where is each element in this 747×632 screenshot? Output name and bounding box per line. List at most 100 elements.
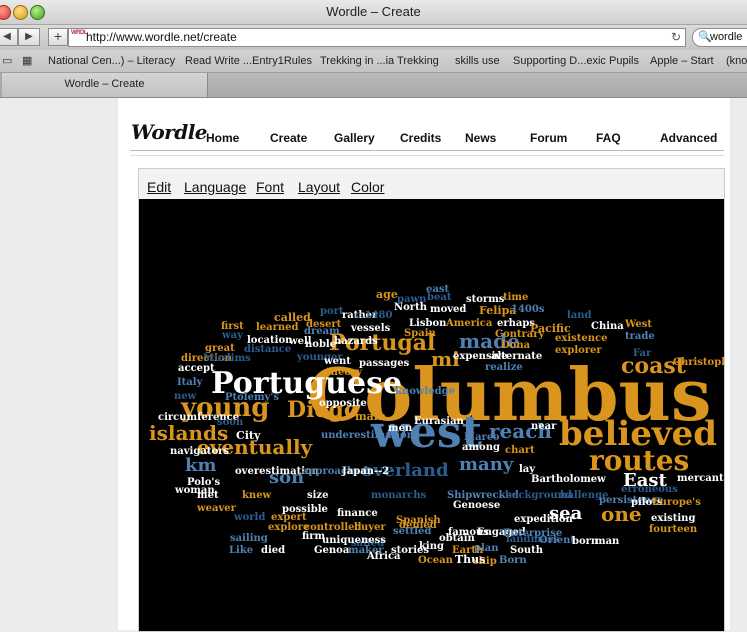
cloud-word: king — [419, 541, 444, 552]
cloud-word: America — [446, 318, 493, 329]
nav-forum[interactable]: Forum — [530, 131, 567, 145]
cloud-word: age — [376, 288, 398, 301]
cloud-word: theory — [326, 367, 363, 378]
top-sites-grid-icon[interactable]: ▦ — [22, 54, 32, 67]
bookmark-item[interactable]: Apple – Start — [650, 55, 714, 67]
cloud-word: existing — [651, 513, 696, 524]
cloud-word: Like — [229, 545, 254, 556]
search-field[interactable]: 🔍 wordle — [692, 28, 747, 47]
header-divider-shadow — [130, 155, 724, 156]
bookmark-item[interactable]: (kno — [726, 55, 747, 67]
cloud-word: near — [531, 421, 557, 432]
cloud-word: new — [174, 391, 197, 402]
cloud-word: Christopher — [673, 357, 724, 368]
menu-layout[interactable]: Layout — [298, 179, 340, 195]
cloud-word: among — [462, 442, 500, 453]
cloud-word: port — [320, 306, 344, 317]
browser-toolbar: ◀ ▶ + WRDL http://www.wordle.net/create … — [0, 25, 747, 50]
menu-color[interactable]: Color — [351, 179, 384, 195]
bookmarks-bar: ▭ ▦ National Cen...) – Literacy Read Wri… — [0, 50, 747, 73]
cloud-word: size — [307, 490, 329, 501]
cloud-word: Born — [499, 555, 527, 566]
back-button[interactable]: ◀ — [0, 28, 18, 46]
menu-edit[interactable]: Edit — [147, 179, 171, 195]
wordle-favicon-icon: WRDL — [71, 30, 88, 36]
nav-advanced[interactable]: Advanced — [660, 131, 717, 145]
cloud-word: Orient — [539, 535, 576, 546]
cloud-word: weaver — [197, 503, 236, 514]
plus-icon: + — [53, 28, 63, 44]
cloud-word: underestimation — [321, 430, 414, 441]
cloud-word: fourteen — [649, 524, 698, 535]
cloud-word: accept — [178, 363, 215, 374]
cloud-word: mercantile — [677, 473, 724, 484]
cloud-word: moved — [430, 304, 467, 315]
cloud-word: denied — [399, 520, 437, 531]
cloud-word: went — [324, 356, 351, 367]
cloud-word: time — [503, 292, 529, 303]
cloud-word: many — [459, 454, 514, 475]
cloud-word: vessels — [351, 323, 391, 334]
tab-bar-empty — [208, 73, 747, 97]
cloud-word: finance — [337, 508, 378, 519]
nav-create[interactable]: Create — [270, 131, 307, 145]
word-cloud-canvas[interactable]: Columbus west Portuguese believed young route… — [139, 199, 724, 631]
bookmark-item[interactable]: skills use — [455, 55, 500, 67]
forward-arrow-icon: ▶ — [25, 31, 33, 42]
cloud-word: km — [185, 455, 217, 476]
cloud-word: North — [394, 302, 427, 313]
bookmark-item[interactable]: Trekking in ...ia Trekking — [320, 55, 439, 67]
cloud-word: Ptolemy's — [225, 392, 280, 403]
cloud-word: met — [197, 490, 219, 501]
wordle-logo[interactable]: Wordle — [131, 120, 208, 144]
cloud-word: Ocean — [418, 555, 453, 566]
nav-home[interactable]: Home — [206, 131, 239, 145]
cloud-word: explorer — [555, 345, 602, 356]
cloud-word: main — [355, 410, 386, 423]
cloud-word: Spain — [404, 328, 436, 339]
nav-news[interactable]: News — [465, 131, 496, 145]
back-arrow-icon: ◀ — [3, 31, 11, 42]
nav-faq[interactable]: FAQ — [596, 131, 621, 145]
cloud-word: existence — [555, 333, 608, 344]
cloud-word: learned — [256, 322, 299, 333]
cloud-word: expedition — [514, 514, 573, 525]
cloud-word: opposite — [319, 398, 367, 409]
nav-gallery[interactable]: Gallery — [334, 131, 375, 145]
address-bar[interactable]: WRDL http://www.wordle.net/create ↻ — [68, 28, 686, 47]
forward-button[interactable]: ▶ — [18, 28, 40, 46]
search-input[interactable]: wordle — [710, 31, 742, 43]
cloud-word: knew — [242, 490, 272, 501]
wordle-editor: Edit Language Font Layout Color Columbus… — [138, 168, 725, 632]
menu-language[interactable]: Language — [184, 179, 246, 195]
cloud-word: noble — [305, 339, 337, 350]
address-input[interactable]: http://www.wordle.net/create — [86, 30, 237, 44]
reload-icon[interactable]: ↻ — [671, 30, 681, 44]
cloud-word: Dona — [501, 340, 531, 351]
add-bookmark-button[interactable]: + — [48, 28, 68, 46]
cloud-word: West — [625, 319, 653, 330]
cloud-word: Far — [633, 348, 652, 359]
cloud-word: world — [234, 512, 266, 523]
cloud-word: realize — [485, 362, 523, 373]
cloud-word: c.1480 — [355, 310, 393, 321]
bookmark-item[interactable]: Read Write ...Entry1Rules — [185, 55, 312, 67]
cloud-word: man — [595, 536, 620, 547]
cloud-word: Genoese — [453, 500, 501, 511]
bookmark-item[interactable]: Supporting D...exic Pupils — [513, 55, 639, 67]
tab-label: Wordle – Create — [64, 78, 145, 90]
cloud-word: hazards — [334, 336, 378, 347]
cloud-word: distance — [244, 344, 292, 355]
window-titlebar: Wordle – Create — [0, 0, 747, 25]
cloud-word: sailing — [230, 533, 268, 544]
tab-wordle-create[interactable]: Wordle – Create — [2, 73, 208, 97]
bookmarks-book-icon[interactable]: ▭ — [2, 54, 12, 67]
window-title: Wordle – Create — [326, 4, 421, 19]
cloud-word: land — [567, 310, 592, 321]
cloud-word: Italy — [177, 377, 203, 388]
menu-font[interactable]: Font — [256, 179, 284, 195]
nav-credits[interactable]: Credits — [400, 131, 441, 145]
cloud-word: beat — [427, 292, 452, 303]
bookmark-item[interactable]: National Cen...) – Literacy — [48, 55, 175, 67]
cloud-word: soon — [217, 417, 244, 428]
